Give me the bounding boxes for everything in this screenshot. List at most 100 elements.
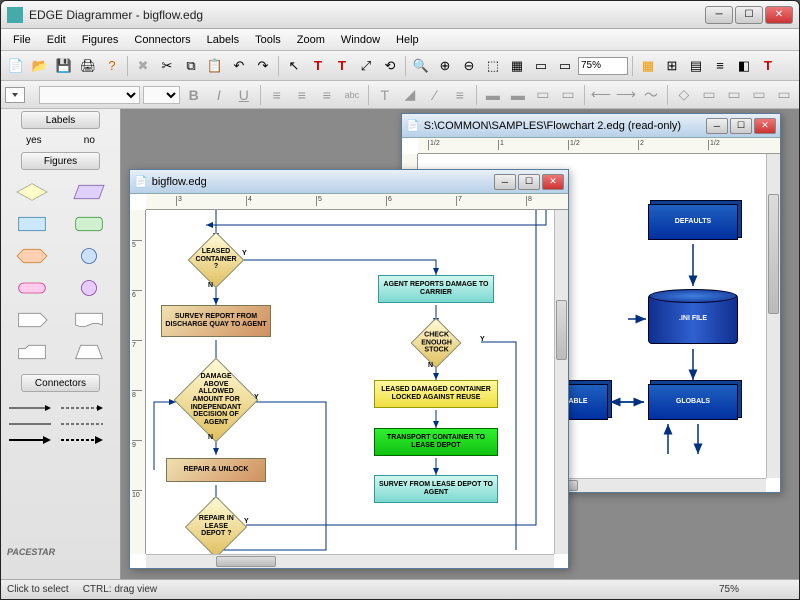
linecolor-icon[interactable]: ∕: [424, 84, 446, 106]
menu-edit[interactable]: Edit: [41, 32, 72, 48]
conn-solid[interactable]: [9, 416, 51, 426]
figure-doc[interactable]: [66, 308, 113, 332]
shape5-icon[interactable]: ▭: [773, 84, 795, 106]
help-icon[interactable]: ?: [101, 55, 123, 77]
copy-icon[interactable]: ⧉: [180, 55, 202, 77]
front-min-button[interactable]: ─: [494, 174, 516, 190]
labels-header[interactable]: Labels: [21, 111, 100, 129]
back-icon[interactable]: ▬: [507, 84, 529, 106]
cut-icon[interactable]: ✂: [156, 55, 178, 77]
ungroup-icon[interactable]: ▭: [557, 84, 579, 106]
figure-rounded[interactable]: [66, 212, 113, 236]
grid-icon[interactable]: ▦: [637, 55, 659, 77]
front-icon[interactable]: ▬: [482, 84, 504, 106]
shape-survey[interactable]: SURVEY REPORT FROM DISCHARGE QUAY TO AGE…: [161, 305, 271, 337]
front-scroll-v[interactable]: [554, 210, 568, 554]
figure-hexagon[interactable]: [9, 244, 56, 268]
figure-flag[interactable]: [9, 308, 56, 332]
front-close-button[interactable]: ✕: [542, 174, 564, 190]
conn-thick-dashed[interactable]: [61, 432, 103, 442]
paste-icon[interactable]: 📋: [204, 55, 226, 77]
figure-circle-blue[interactable]: [66, 244, 113, 268]
flip-icon[interactable]: ⤢: [355, 55, 377, 77]
shape-leased-q[interactable]: LEASED CONTAINER ?: [188, 232, 245, 289]
redo-icon[interactable]: ↷: [252, 55, 274, 77]
maximize-button[interactable]: ☐: [735, 6, 763, 24]
back-min-button[interactable]: ─: [706, 118, 728, 134]
connectors-header[interactable]: Connectors: [21, 374, 100, 392]
text-icon[interactable]: T: [307, 55, 329, 77]
shape-agent-reports[interactable]: AGENT REPORTS DAMAGE TO CARRIER: [378, 275, 494, 303]
figure-rect[interactable]: [9, 212, 56, 236]
align-icon[interactable]: ≡: [709, 55, 731, 77]
back-max-button[interactable]: ☐: [730, 118, 752, 134]
align-right-icon[interactable]: ≡: [316, 84, 338, 106]
shape2-icon[interactable]: ▭: [698, 84, 720, 106]
group-icon[interactable]: ▭: [532, 84, 554, 106]
start-arrow-icon[interactable]: ⟵: [590, 84, 612, 106]
shape-repair-unlock[interactable]: REPAIR & UNLOCK: [166, 458, 266, 482]
shape-check-stock[interactable]: CHECK ENOUGH STOCK: [411, 318, 462, 369]
fillcolor-icon[interactable]: ◢: [399, 84, 421, 106]
pointer-icon[interactable]: ↖: [283, 55, 305, 77]
print-icon[interactable]: 🖨: [77, 55, 99, 77]
text2-icon[interactable]: T: [331, 55, 353, 77]
front-scroll-h[interactable]: [146, 554, 554, 568]
zoomfit-icon[interactable]: 🔍: [410, 55, 432, 77]
shape-defaults[interactable]: DEFAULTS: [648, 204, 738, 240]
align-center-icon[interactable]: ≡: [291, 84, 313, 106]
shape-damage[interactable]: DAMAGE ABOVE ALLOWED AMOUNT FOR INDEPEND…: [174, 358, 259, 443]
close-button[interactable]: ✕: [765, 6, 793, 24]
size-combo[interactable]: [143, 86, 180, 104]
text3-icon[interactable]: T: [757, 55, 779, 77]
conn-dashed[interactable]: [61, 416, 103, 426]
figure-tab[interactable]: [9, 340, 56, 364]
back-scroll-v[interactable]: [766, 154, 780, 478]
menu-help[interactable]: Help: [390, 32, 425, 48]
shape-inifile[interactable]: .INI FILE: [648, 294, 738, 344]
style-icon[interactable]: ◧: [733, 55, 755, 77]
conn-dashed-arrow[interactable]: [61, 400, 103, 410]
open-icon[interactable]: 📂: [29, 55, 51, 77]
shape1-icon[interactable]: ◇: [673, 84, 695, 106]
end-arrow-icon[interactable]: ⟶: [615, 84, 637, 106]
shape-globals[interactable]: GLOBALS: [648, 384, 738, 420]
layers-icon[interactable]: ▤: [685, 55, 707, 77]
align-left-icon[interactable]: ≡: [266, 84, 288, 106]
shape3-icon[interactable]: ▭: [723, 84, 745, 106]
zoom1-icon[interactable]: ▭: [530, 55, 552, 77]
menu-figures[interactable]: Figures: [76, 32, 125, 48]
undo-icon[interactable]: ↶: [228, 55, 250, 77]
save-icon[interactable]: 💾: [53, 55, 75, 77]
textcolor-icon[interactable]: T: [374, 84, 396, 106]
figures-header[interactable]: Figures: [21, 152, 100, 170]
snap-icon[interactable]: ⊞: [661, 55, 683, 77]
figure-pill[interactable]: [9, 276, 56, 300]
shape-survey-depot[interactable]: SURVEY FROM LEASE DEPOT TO AGENT: [374, 475, 498, 503]
lineweight-icon[interactable]: ≡: [449, 84, 471, 106]
abc-icon[interactable]: abc: [341, 84, 363, 106]
figure-trapezoid[interactable]: [66, 340, 113, 364]
font-combo[interactable]: [39, 86, 140, 104]
zoompage-icon[interactable]: ▦: [506, 55, 528, 77]
zoomsel-icon[interactable]: ⬚: [482, 55, 504, 77]
figure-circle-purple[interactable]: [66, 276, 113, 300]
figure-diamond[interactable]: [9, 180, 56, 204]
zoom-combo[interactable]: [578, 57, 628, 75]
bold-button[interactable]: B: [183, 84, 205, 106]
menu-zoom[interactable]: Zoom: [291, 32, 331, 48]
menu-window[interactable]: Window: [335, 32, 386, 48]
menu-labels[interactable]: Labels: [201, 32, 245, 48]
delete-icon[interactable]: ✖: [132, 55, 154, 77]
minimize-button[interactable]: ─: [705, 6, 733, 24]
menu-file[interactable]: File: [7, 32, 37, 48]
label-yes[interactable]: yes: [26, 135, 42, 146]
italic-button[interactable]: I: [208, 84, 230, 106]
front-max-button[interactable]: ☐: [518, 174, 540, 190]
curve-icon[interactable]: 〜: [640, 84, 662, 106]
zoomin-icon[interactable]: ⊕: [434, 55, 456, 77]
shape-repair-q[interactable]: REPAIR IN LEASE DEPOT ?: [185, 496, 247, 554]
zoomout-icon[interactable]: ⊖: [458, 55, 480, 77]
label-no[interactable]: no: [84, 135, 95, 146]
conn-thick-arrow[interactable]: [9, 432, 51, 442]
